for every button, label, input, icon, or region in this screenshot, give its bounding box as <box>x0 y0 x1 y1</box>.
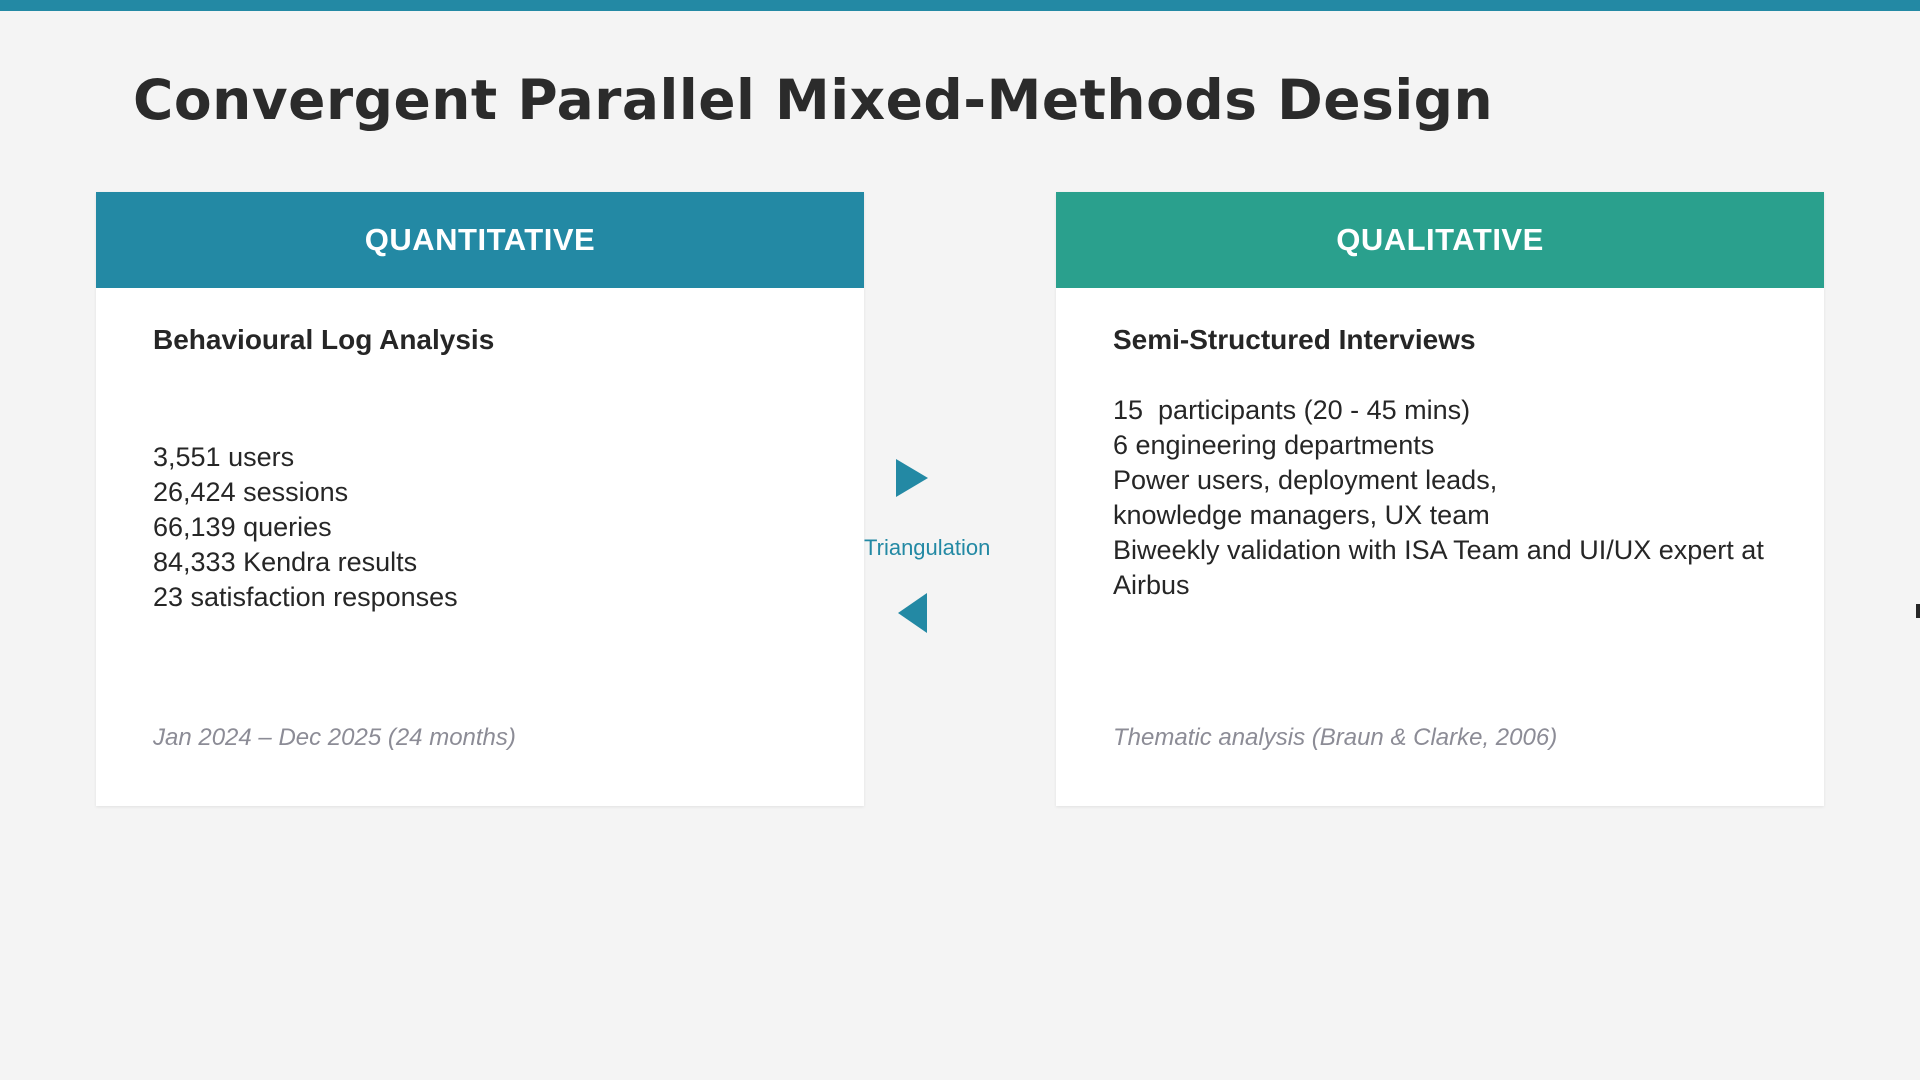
list-item: Power users, deployment leads, <box>1113 465 1498 495</box>
slide-title: Convergent Parallel Mixed-Methods Design <box>133 68 1494 132</box>
list-item: 15 participants (20 - 45 mins) <box>1113 395 1471 425</box>
list-item: 6 engineering departments <box>1113 430 1435 460</box>
quantitative-footer: Jan 2024 – Dec 2025 (24 months) <box>153 724 516 751</box>
cursor-icon <box>1916 604 1920 618</box>
qualitative-footer: Thematic analysis (Braun & Clarke, 2006) <box>1113 724 1558 751</box>
list-item: Biweekly validation with ISA Team and UI… <box>1113 535 1764 600</box>
list-item: 26,424 sessions <box>153 477 349 507</box>
quantitative-header: QUANTITATIVE <box>96 192 864 288</box>
list-item: 23 satisfaction responses <box>153 582 458 612</box>
arrow-right-icon <box>896 459 928 497</box>
triangulation-label: Triangulation <box>864 535 991 560</box>
qualitative-header: QUALITATIVE <box>1056 192 1824 288</box>
list-item: knowledge managers, UX team <box>1113 500 1490 530</box>
list-item: 84,333 Kendra results <box>153 547 418 577</box>
quantitative-card: QUANTITATIVE Behavioural Log Analysis 3,… <box>96 192 864 806</box>
quantitative-subtitle: Behavioural Log Analysis <box>153 324 495 355</box>
qualitative-list: 15 participants (20 - 45 mins) 6 enginee… <box>1113 393 1793 603</box>
qualitative-card: QUALITATIVE Semi-Structured Interviews 1… <box>1056 192 1824 806</box>
arrow-left-icon <box>898 593 927 633</box>
qualitative-subtitle: Semi-Structured Interviews <box>1113 324 1476 355</box>
quantitative-list: 3,551 users 26,424 sessions 66,139 queri… <box>153 440 833 615</box>
top-accent-bar <box>0 0 1920 11</box>
list-item: 66,139 queries <box>153 512 332 542</box>
list-item: 3,551 users <box>153 442 295 472</box>
